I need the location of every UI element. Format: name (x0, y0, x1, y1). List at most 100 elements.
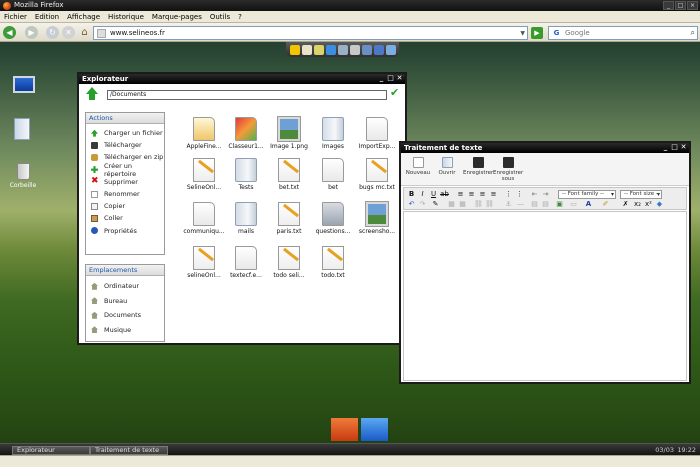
strikethrough-button[interactable]: ab (440, 190, 449, 199)
help-icon[interactable] (385, 44, 396, 55)
highlight-color-icon[interactable]: ✐ (601, 200, 610, 209)
desktop-icon-computer[interactable] (4, 76, 44, 93)
file-item[interactable]: Classeur1... (225, 117, 267, 150)
maximize-icon[interactable]: □ (675, 1, 686, 10)
new-button[interactable]: Nouveau (403, 157, 433, 176)
network-icon[interactable] (361, 44, 372, 55)
home-button[interactable]: ⌂ (78, 26, 91, 39)
hr-icon[interactable]: — (516, 200, 525, 209)
action-copy[interactable]: Copier (86, 200, 164, 212)
action-rename[interactable]: Renommer (86, 188, 164, 200)
file-item[interactable]: questions... (312, 202, 354, 235)
file-item[interactable]: bet.txt (268, 158, 310, 191)
reload-button[interactable]: ↻ (46, 26, 59, 39)
align-left-icon[interactable]: ≡ (456, 190, 465, 199)
file-item[interactable]: Images (312, 117, 354, 150)
table-row-icon[interactable]: ▦ (458, 200, 467, 209)
file-item[interactable]: Image 1.png (268, 116, 310, 150)
underline-button[interactable]: U (429, 190, 438, 199)
menu-outils[interactable]: Outils (210, 13, 230, 21)
file-item[interactable]: Tests (225, 158, 267, 191)
maximize-icon[interactable]: □ (671, 144, 678, 151)
file-item[interactable]: screensho... (356, 201, 398, 235)
text-color-icon[interactable]: A (584, 200, 593, 209)
parent-folder-icon[interactable] (86, 87, 98, 94)
close-icon[interactable]: × (687, 1, 698, 10)
task-traitement-de-texte[interactable]: Traitement de texte (90, 446, 168, 455)
file-item[interactable]: bugs mc.txt (356, 158, 398, 191)
url-dropdown-icon[interactable]: ▼ (520, 28, 525, 40)
file-item[interactable]: textecf.e... (225, 246, 267, 279)
go-button[interactable]: ▶ (531, 27, 543, 39)
tools-icon[interactable] (349, 44, 360, 55)
insert-image-icon[interactable]: ▣ (555, 200, 564, 209)
font-size-select[interactable]: -- Font size -- (620, 190, 662, 199)
close-icon[interactable]: ✕ (396, 75, 403, 82)
clean-icon[interactable]: ✎ (431, 200, 440, 209)
file-item[interactable]: paris.txt (268, 202, 310, 235)
search-input[interactable]: G Google ⌕ (548, 26, 698, 40)
editor-text-area[interactable] (403, 211, 687, 381)
notes-icon[interactable] (301, 44, 312, 55)
align-justify-icon[interactable]: ≡ (489, 190, 498, 199)
file-item[interactable]: SelineOnl... (183, 158, 225, 191)
parent-folder-icon-stem[interactable] (89, 94, 95, 100)
search-icon[interactable]: ⌕ (691, 27, 695, 39)
anchor-icon[interactable]: ⚓ (504, 200, 513, 209)
minimize-icon[interactable]: _ (662, 144, 669, 151)
desktop-icon-trash[interactable]: Corbeille (3, 163, 43, 189)
back-button[interactable]: ◀ (3, 26, 16, 39)
action-create-folder[interactable]: Créer un répertoire (86, 162, 164, 178)
games-icon[interactable] (337, 44, 348, 55)
align-right-icon[interactable]: ≡ (478, 190, 487, 199)
help-icon[interactable]: ◆ (655, 200, 664, 209)
validate-path-icon[interactable]: ✔ (390, 87, 399, 98)
menu-historique[interactable]: Historique (108, 13, 144, 21)
menu-fichier[interactable]: Fichier (4, 13, 27, 21)
minimize-icon[interactable]: _ (663, 1, 674, 10)
place-bureau[interactable]: Bureau (86, 294, 164, 309)
outdent-icon[interactable]: ⇤ (530, 190, 539, 199)
menu-edition[interactable]: Edition (35, 13, 59, 21)
layer-icon[interactable]: ▭ (569, 200, 578, 209)
merge-icon[interactable]: ▤ (541, 200, 550, 209)
menu-marque-pages[interactable]: Marque-pages (152, 13, 202, 21)
action-download[interactable]: Télécharger (86, 139, 164, 151)
url-input[interactable]: www.selineos.fr ▼ (93, 26, 528, 40)
maximize-icon[interactable]: □ (387, 75, 394, 82)
task-explorateur[interactable]: Explorateur (12, 446, 90, 455)
file-item[interactable]: AppleFine... (183, 117, 225, 150)
file-item[interactable]: communiqu... (183, 202, 225, 235)
align-center-icon[interactable]: ≡ (467, 190, 476, 199)
remove-format-icon[interactable]: ✗ (621, 200, 630, 209)
menu-help[interactable]: ? (238, 13, 242, 21)
editor-title-bar[interactable]: Traitement de texte _ □ ✕ (401, 143, 689, 153)
indent-icon[interactable]: ⇥ (541, 190, 550, 199)
minimize-icon[interactable]: _ (378, 75, 385, 82)
action-properties[interactable]: Propriétés (86, 225, 164, 237)
apps-icon[interactable] (325, 44, 336, 55)
bold-button[interactable]: B (407, 190, 416, 199)
close-icon[interactable]: ✕ (680, 144, 687, 151)
stop-button[interactable]: ✕ (62, 26, 75, 39)
link-icon[interactable]: ⛓ (474, 200, 483, 209)
file-item[interactable]: mails (225, 202, 267, 235)
action-upload[interactable]: Charger un fichier (86, 127, 164, 139)
desktop-icon-documents[interactable] (2, 118, 42, 140)
place-musique[interactable]: Musique (86, 323, 164, 338)
undo-icon[interactable]: ↶ (407, 200, 416, 209)
save-as-button[interactable]: Enregistrer sous (493, 157, 523, 182)
font-family-select[interactable]: -- Font family -- (558, 190, 616, 199)
file-item[interactable]: ImportExp... (356, 117, 398, 150)
folder-icon[interactable] (313, 44, 324, 55)
settings-icon[interactable] (373, 44, 384, 55)
place-ordinateur[interactable]: Ordinateur (86, 279, 164, 294)
explorer-title-bar[interactable]: Explorateur _ □ ✕ (79, 74, 405, 84)
path-input[interactable]: /Documents (107, 90, 387, 100)
bullet-list-icon[interactable]: ⋮ (504, 190, 513, 199)
italic-button[interactable]: I (418, 190, 427, 199)
save-button[interactable]: Enregistrer (463, 157, 493, 176)
numbered-list-icon[interactable]: ⋮ (515, 190, 524, 199)
place-documents[interactable]: Documents (86, 308, 164, 323)
table-icon[interactable]: ▦ (447, 200, 456, 209)
